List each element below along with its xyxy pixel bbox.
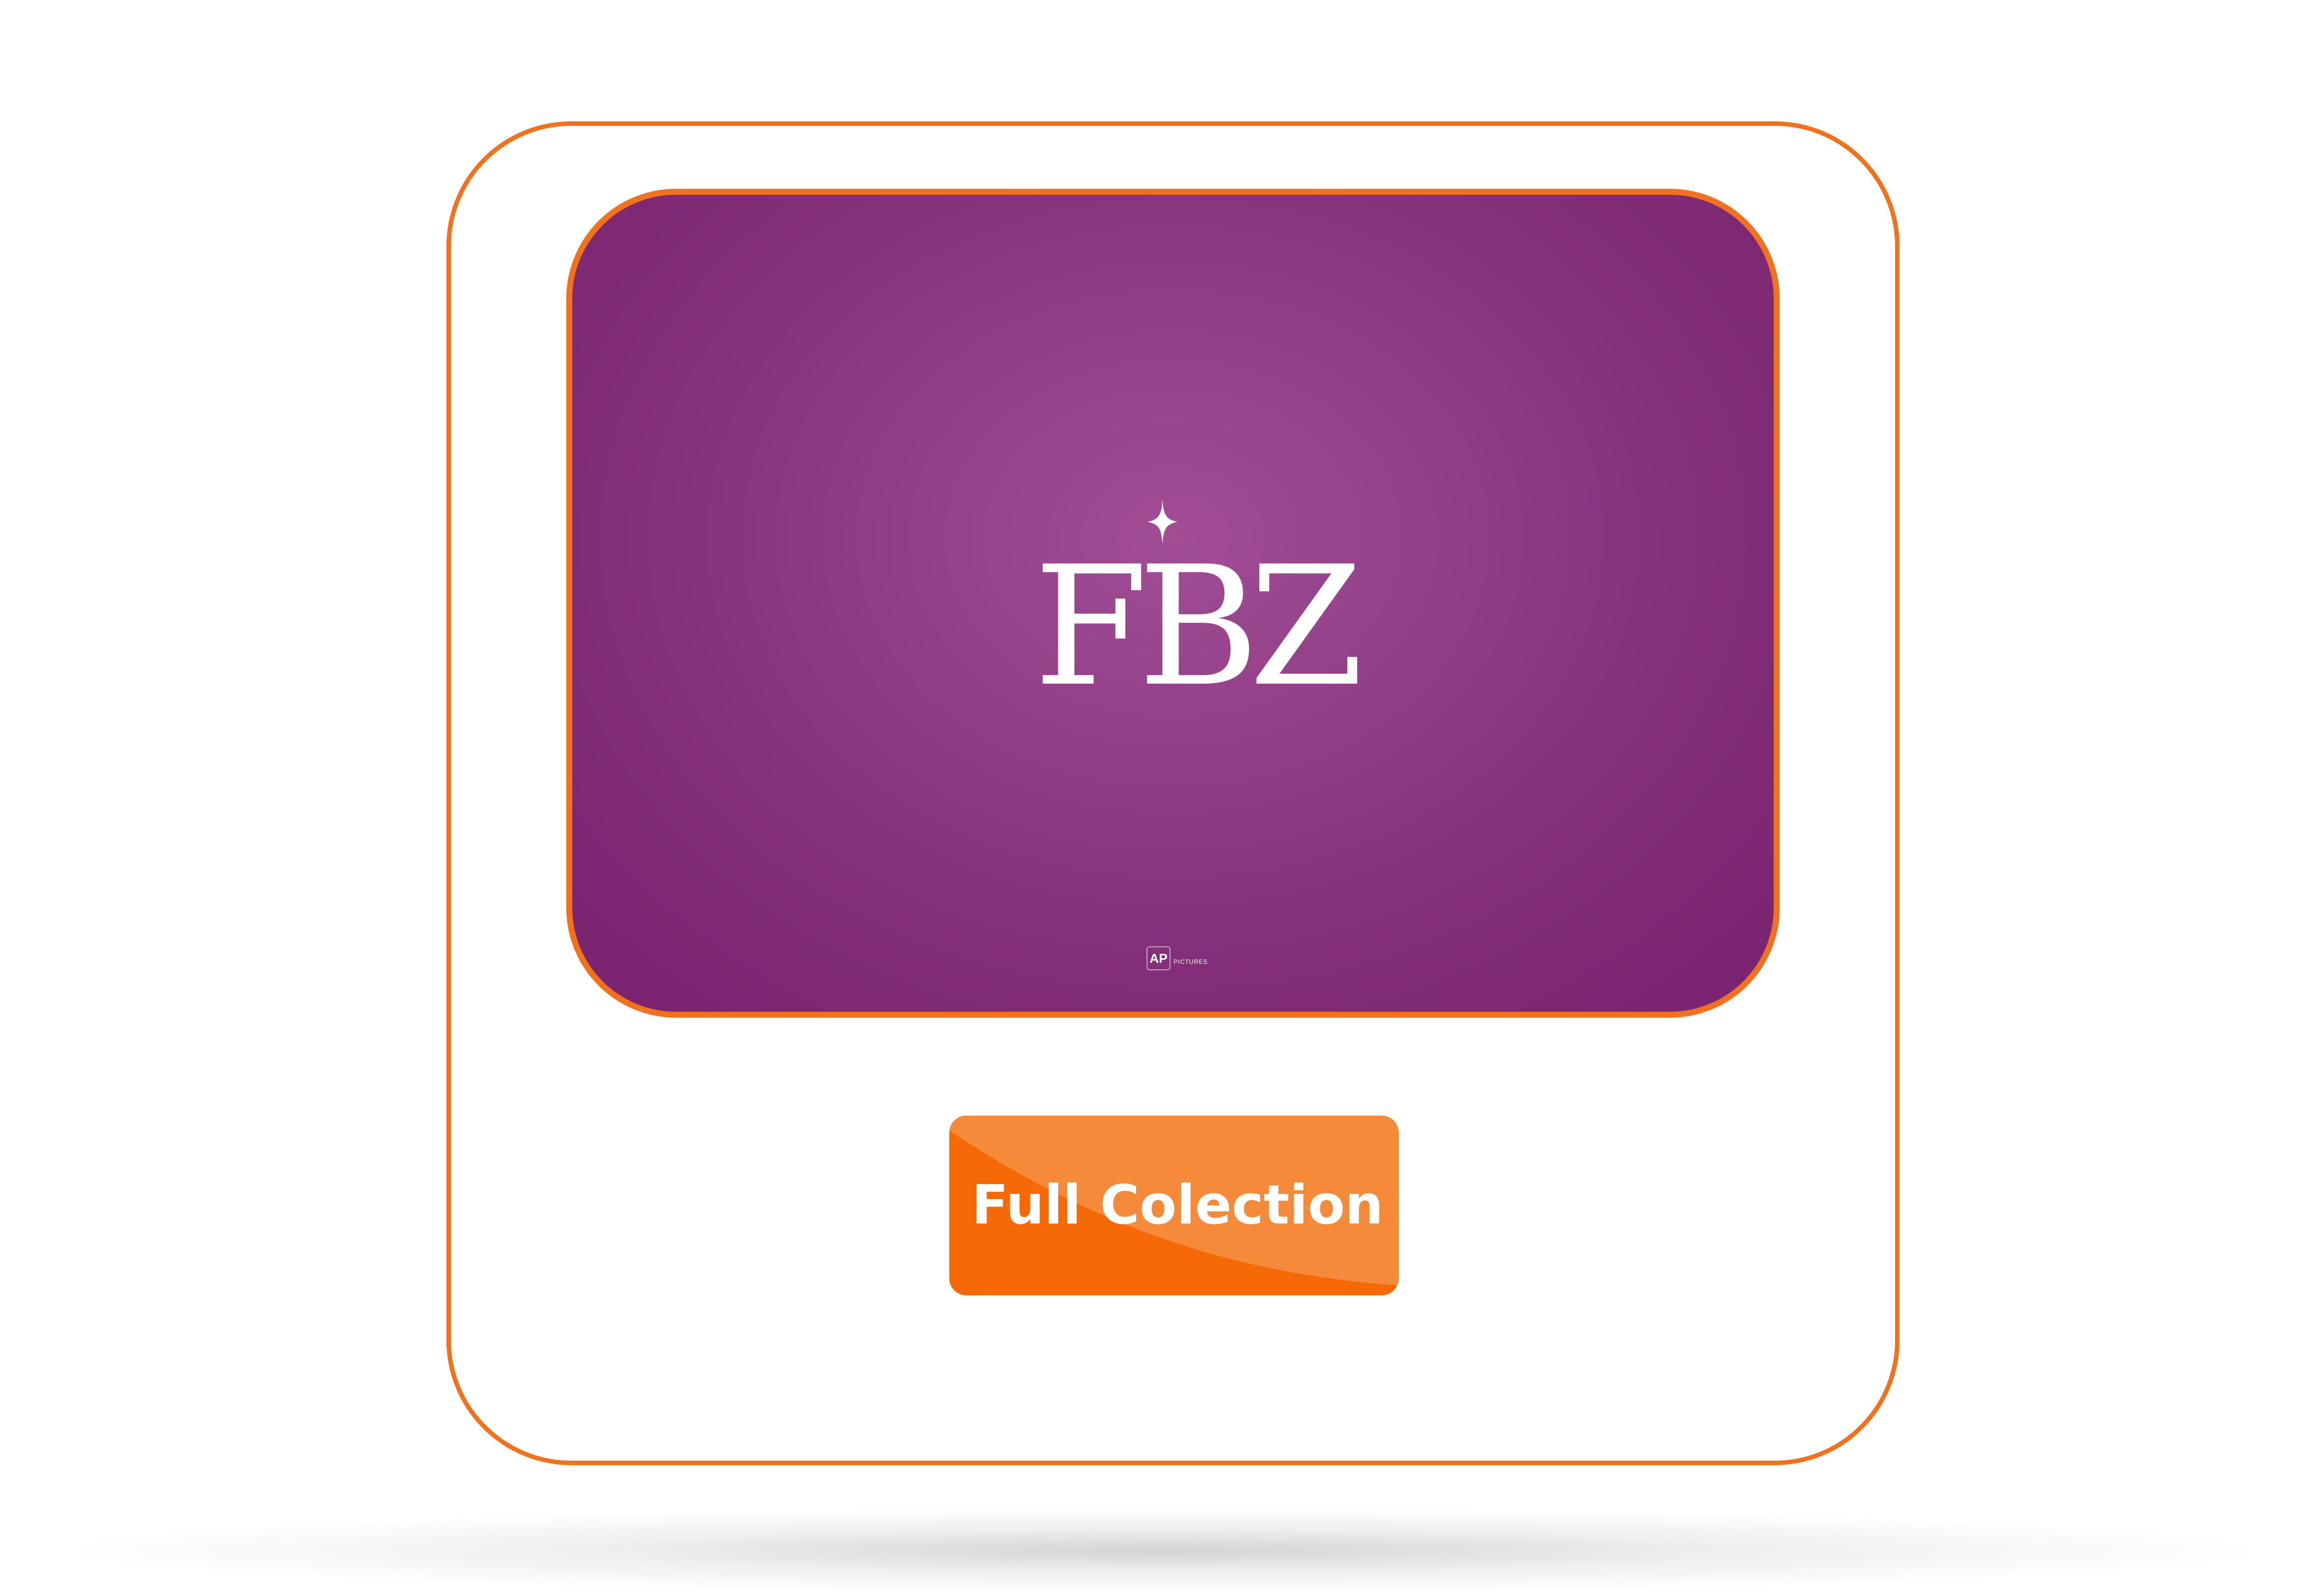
watermark-mark: AP xyxy=(1147,946,1170,970)
watermark: AP PICTURES xyxy=(1147,946,1211,971)
watermark-sub: PICTURES xyxy=(1173,958,1208,965)
page: FBZ AP PICTURES Full Colection xyxy=(0,0,2324,1594)
floor-shadow xyxy=(75,1508,2252,1593)
brand-logo: FBZ xyxy=(1034,531,1364,723)
full-collection-button[interactable]: Full Colection xyxy=(949,1116,1399,1295)
full-collection-label: Full Colection xyxy=(971,1174,1384,1236)
